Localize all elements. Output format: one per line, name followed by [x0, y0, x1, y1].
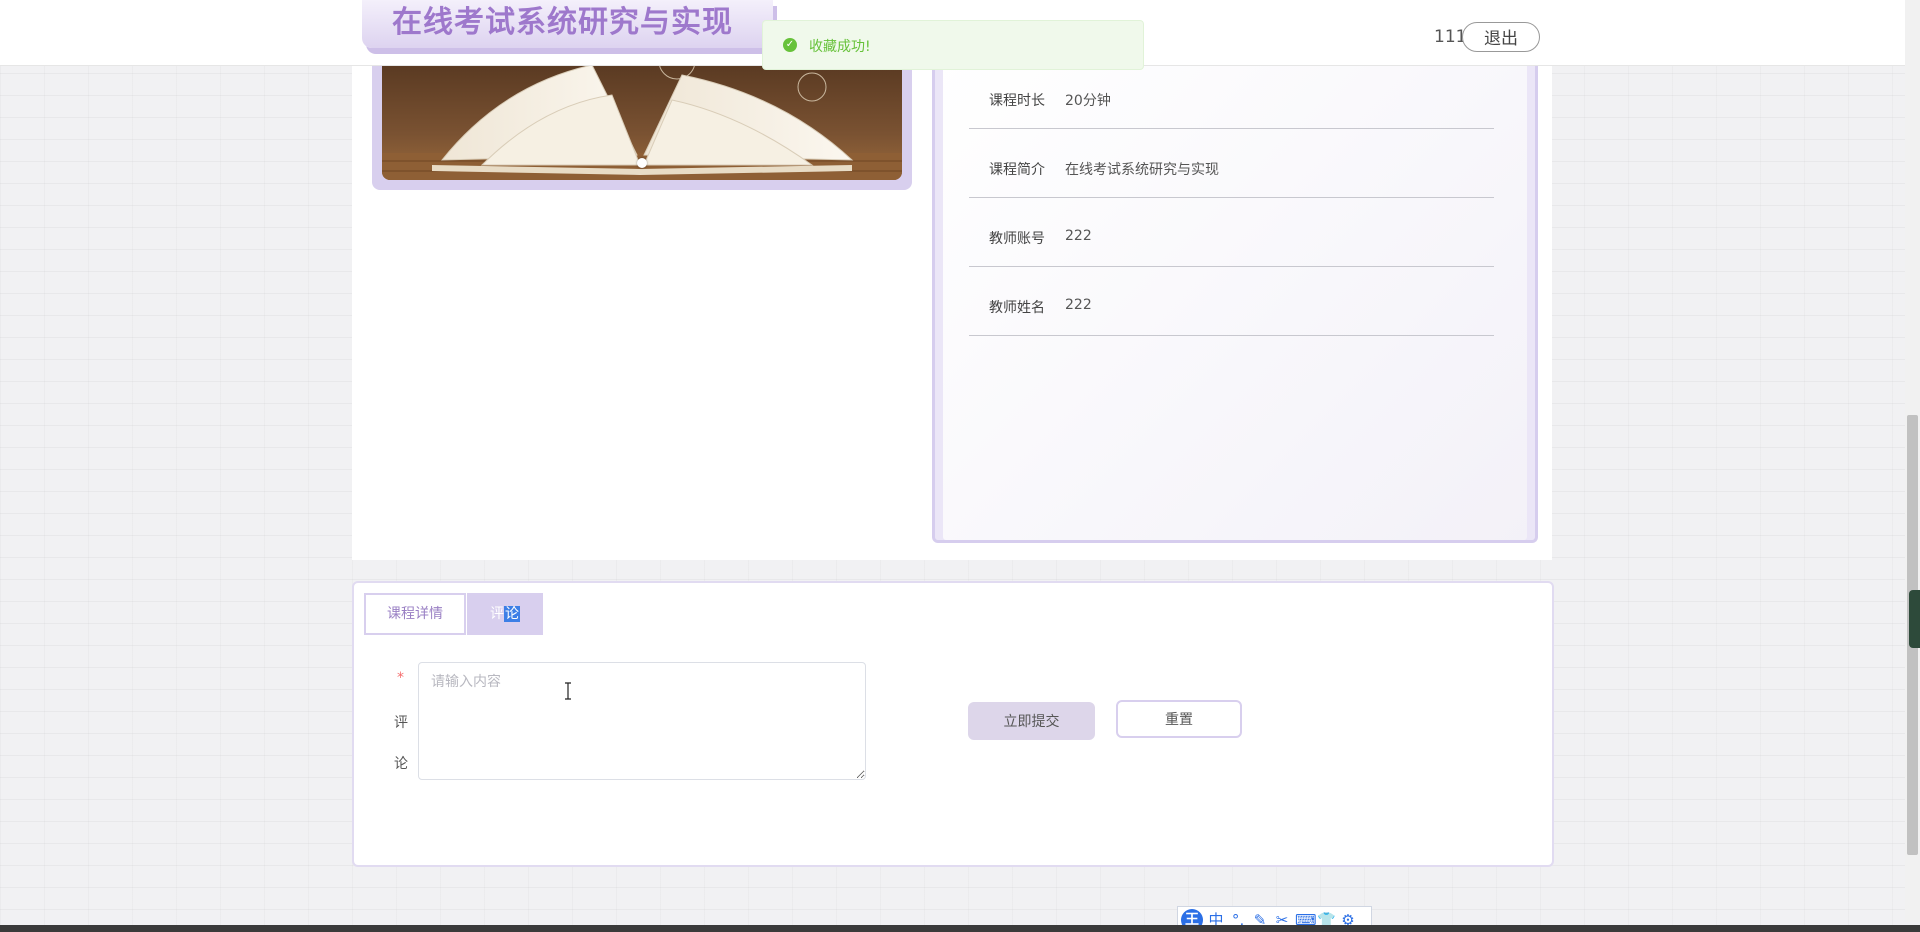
side-floating-widget[interactable] — [1909, 590, 1920, 648]
site-title: 在线考试系统研究与实现 — [392, 5, 733, 40]
info-label: 课程时长 — [989, 93, 1045, 109]
info-value: 222 — [1065, 228, 1092, 244]
carousel-indicator-dot[interactable] — [637, 158, 647, 168]
site-title-banner: 在线考试系统研究与实现 — [362, 0, 773, 48]
tab-comment-label-a: 评 — [490, 606, 504, 622]
info-row-teacher-name: 教师姓名 222 — [969, 267, 1494, 336]
tab-comment-label-b: 论 — [504, 606, 520, 622]
required-mark: * — [397, 670, 404, 686]
info-label: 教师账号 — [989, 231, 1045, 247]
info-row-summary: 课程简介 在线考试系统研究与实现 — [969, 129, 1494, 198]
tab-comment[interactable]: 评论 — [467, 593, 543, 635]
info-value: 20分钟 — [1065, 93, 1111, 109]
info-value: 222 — [1065, 297, 1092, 313]
info-label: 教师姓名 — [989, 300, 1045, 316]
reset-button[interactable]: 重置 — [1116, 700, 1242, 738]
text-cursor-icon — [565, 682, 571, 700]
success-toast: ✓ 收藏成功! — [762, 20, 1144, 70]
tab-course-detail[interactable]: 课程详情 — [364, 593, 466, 635]
toast-message: 收藏成功! — [809, 39, 871, 55]
info-row-duration: 课程时长 20分钟 — [969, 60, 1494, 129]
comment-label-char-1: 评 — [394, 715, 408, 731]
info-row-teacher-account: 教师账号 222 — [969, 198, 1494, 267]
comment-label-char-2: 论 — [394, 756, 408, 772]
check-circle-icon: ✓ — [783, 38, 797, 52]
taskbar-strip — [0, 925, 1920, 932]
submit-button[interactable]: 立即提交 — [968, 702, 1095, 740]
comment-textarea[interactable] — [418, 662, 866, 780]
info-label: 课程简介 — [989, 162, 1045, 178]
info-value: 在线考试系统研究与实现 — [1065, 162, 1219, 178]
logout-button[interactable]: 退出 — [1462, 22, 1540, 52]
